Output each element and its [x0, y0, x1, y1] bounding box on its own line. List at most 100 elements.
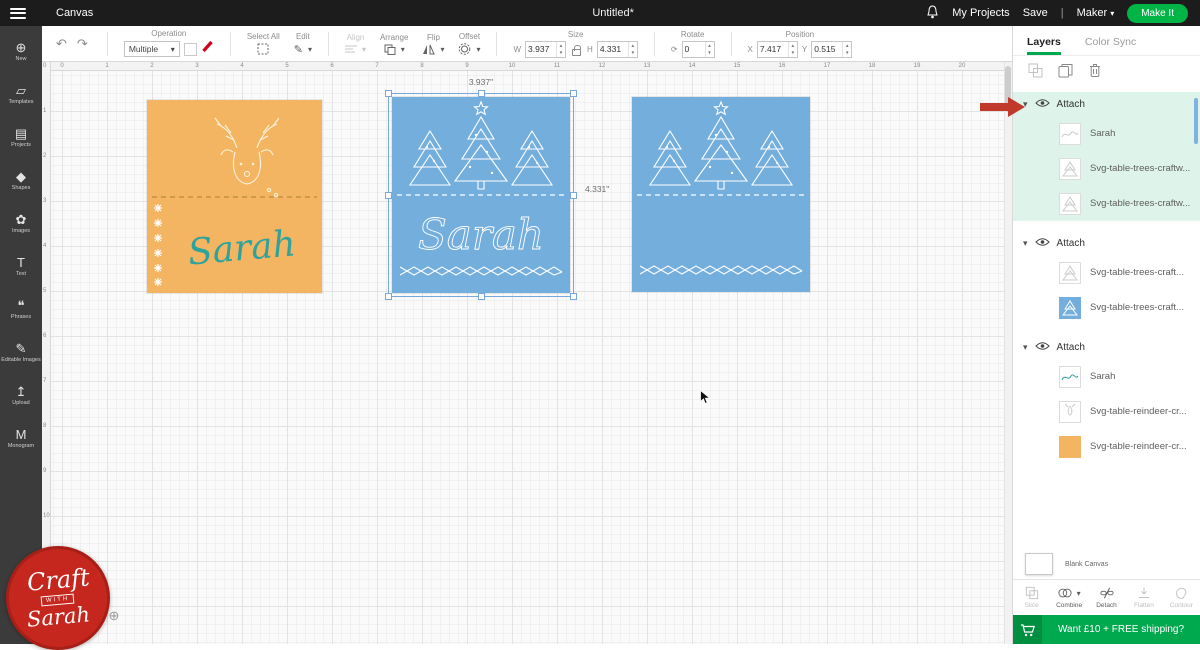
- design-canvas[interactable]: 01234567891011121314151617181920 0123456…: [42, 62, 1012, 644]
- ruler-mark: 20: [959, 63, 966, 69]
- save-link[interactable]: Save: [1023, 7, 1048, 19]
- ruler-mark: 11: [554, 63, 560, 69]
- flip-button[interactable]: Flip ▾: [422, 33, 444, 55]
- layer-actions-bar: Slice ▾ Combine Detach Flatten Contour: [1013, 579, 1200, 615]
- layer-group-header[interactable]: ▾ Attach: [1013, 335, 1200, 359]
- slice-button[interactable]: Slice: [1013, 580, 1050, 615]
- position-x-stepper[interactable]: ▲▼: [788, 42, 797, 57]
- layer-row[interactable]: Svg-table-reindeer-cr...: [1013, 429, 1200, 464]
- chevron-down-icon: ▾: [1077, 589, 1081, 598]
- layer-row[interactable]: Svg-table-trees-craft...: [1013, 290, 1200, 325]
- align-button[interactable]: Align ▾: [345, 33, 366, 54]
- resize-handle[interactable]: [385, 192, 392, 199]
- height-stepper[interactable]: ▲▼: [628, 42, 637, 57]
- tab-color-sync[interactable]: Color Sync: [1085, 36, 1136, 55]
- size-label: Size: [568, 30, 584, 39]
- operation-select[interactable]: Multiple ▾: [124, 41, 180, 57]
- edit-toolbar: ↶ ↷ Operation Multiple ▾ Select All Edit…: [42, 26, 1012, 62]
- make-it-button[interactable]: Make It: [1127, 4, 1188, 23]
- layer-row[interactable]: Svg-table-trees-craftw...: [1013, 186, 1200, 221]
- redo-button[interactable]: ↷: [77, 36, 88, 52]
- arrange-button[interactable]: Arrange ▾: [380, 33, 408, 55]
- blank-canvas-label: Blank Canvas: [1065, 561, 1108, 568]
- panel-scrollbar-thumb[interactable]: [1194, 98, 1198, 144]
- ruler-mark: 1: [105, 63, 108, 69]
- flatten-button[interactable]: Flatten: [1125, 580, 1162, 615]
- selection-width-label: 3.937": [451, 77, 511, 87]
- ruler-mark: 2: [150, 63, 153, 69]
- canvas-scrollbar[interactable]: [1004, 62, 1012, 644]
- resize-handle[interactable]: [570, 192, 577, 199]
- rotate-input[interactable]: ▲▼: [682, 41, 715, 58]
- layer-group-label: Attach: [1057, 238, 1085, 249]
- layer-row[interactable]: Svg-table-trees-craft...: [1013, 255, 1200, 290]
- ruler-mark: 7: [375, 63, 378, 69]
- lock-aspect-icon[interactable]: [572, 49, 581, 56]
- rotate-stepper[interactable]: ▲▼: [705, 42, 714, 57]
- sidebar-item-shapes[interactable]: ◆Shapes: [0, 159, 42, 202]
- linetype-swatch[interactable]: [184, 43, 197, 56]
- chevron-down-icon[interactable]: ▾: [1023, 342, 1028, 353]
- pen-color-swatch[interactable]: [201, 40, 214, 58]
- undo-button[interactable]: ↶: [56, 36, 67, 52]
- selection-bounding-box[interactable]: [388, 93, 574, 297]
- sidebar-item-new[interactable]: ⊕New: [0, 30, 42, 73]
- ruler-mark: 8: [420, 63, 423, 69]
- resize-handle[interactable]: [570, 293, 577, 300]
- resize-handle[interactable]: [385, 90, 392, 97]
- resize-handle[interactable]: [385, 293, 392, 300]
- sidebar-item-text[interactable]: TText: [0, 245, 42, 288]
- detach-button[interactable]: Detach: [1088, 580, 1125, 615]
- delete-trash-icon[interactable]: [1088, 63, 1102, 78]
- layer-row[interactable]: Svg-table-reindeer-cr...: [1013, 394, 1200, 429]
- machine-select[interactable]: Maker▾: [1077, 7, 1115, 19]
- height-input[interactable]: ▲▼: [597, 41, 638, 58]
- sidebar-item-images[interactable]: ✿Images: [0, 202, 42, 245]
- hamburger-menu-icon[interactable]: [10, 8, 26, 19]
- canvas-color-swatch[interactable]: [1025, 553, 1053, 575]
- sidebar-item-projects[interactable]: ▤Projects: [0, 116, 42, 159]
- blank-canvas-row[interactable]: Blank Canvas: [1013, 549, 1200, 579]
- my-projects-link[interactable]: My Projects: [952, 7, 1009, 19]
- edit-button[interactable]: Edit ✎▾: [294, 32, 312, 56]
- layer-group-header[interactable]: ▾ Attach: [1013, 92, 1200, 116]
- resize-handle[interactable]: [570, 90, 577, 97]
- reindeer-place-card[interactable]: Sarah: [147, 100, 322, 293]
- document-title[interactable]: Untitled*: [300, 7, 926, 19]
- position-y-input[interactable]: ▲▼: [811, 41, 852, 58]
- resize-handle[interactable]: [478, 90, 485, 97]
- tab-layers[interactable]: Layers: [1027, 36, 1061, 55]
- sidebar-item-phrases[interactable]: ❝Phrases: [0, 288, 42, 331]
- canvas-menu-label[interactable]: Canvas: [56, 7, 93, 19]
- notifications-bell-icon[interactable]: [926, 5, 939, 22]
- combine-button[interactable]: ▾ Combine: [1050, 580, 1087, 615]
- layer-row[interactable]: Sarah: [1013, 359, 1200, 394]
- layer-row[interactable]: Sarah: [1013, 116, 1200, 151]
- sidebar-item-editable-images[interactable]: ✎Editable Images: [0, 331, 42, 374]
- duplicate-icon[interactable]: [1058, 63, 1073, 78]
- shipping-promo-banner[interactable]: Want £10 + FREE shipping?: [1013, 615, 1200, 644]
- offset-button[interactable]: Offset ▾: [458, 32, 480, 55]
- position-y-stepper[interactable]: ▲▼: [842, 42, 851, 57]
- ruler-mark: 8: [43, 423, 46, 429]
- eye-icon[interactable]: [1035, 338, 1050, 356]
- ruler-mark: 10: [509, 63, 516, 69]
- rotate-icon: ⟳: [671, 45, 678, 54]
- eye-icon[interactable]: [1035, 234, 1050, 252]
- eye-icon[interactable]: [1035, 95, 1050, 113]
- sidebar-item-templates[interactable]: ▱Templates: [0, 73, 42, 116]
- sidebar-item-monogram[interactable]: MMonogram: [0, 417, 42, 460]
- chevron-down-icon[interactable]: ▾: [1023, 238, 1028, 249]
- resize-handle[interactable]: [478, 293, 485, 300]
- width-input[interactable]: ▲▼: [525, 41, 566, 58]
- select-all-button[interactable]: Select All: [247, 32, 280, 55]
- zoom-in-icon[interactable]: ⊕: [108, 608, 119, 624]
- sidebar-item-upload[interactable]: ↥Upload: [0, 374, 42, 417]
- layer-row[interactable]: Svg-table-trees-craftw...: [1013, 151, 1200, 186]
- contour-button[interactable]: Contour: [1163, 580, 1200, 615]
- width-stepper[interactable]: ▲▼: [556, 42, 565, 57]
- slice-tool-icon[interactable]: [1028, 63, 1043, 78]
- position-x-input[interactable]: ▲▼: [757, 41, 798, 58]
- trees-place-card-blank[interactable]: [632, 97, 810, 292]
- layer-group-header[interactable]: ▾ Attach: [1013, 231, 1200, 255]
